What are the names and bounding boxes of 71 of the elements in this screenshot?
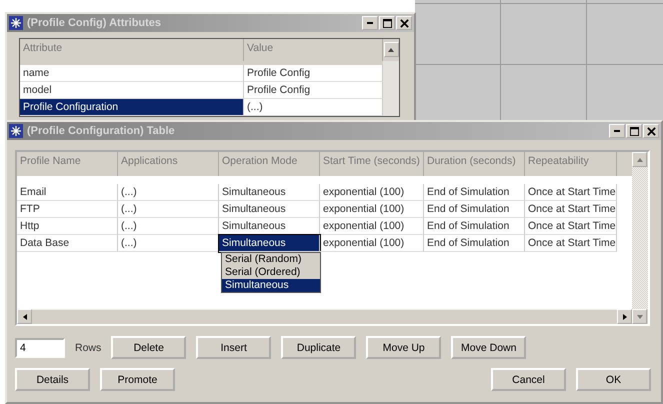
dialog-button[interactable]: Details [15, 368, 90, 391]
rows-label: Rows [75, 342, 102, 354]
minimize-icon [367, 22, 373, 24]
column-header: Profile Name [17, 152, 118, 176]
table-cell: End of Simulation [424, 218, 525, 235]
table-cell: (...) [118, 201, 219, 218]
column-header: Applications [118, 152, 219, 176]
right-arrow-icon [622, 314, 626, 320]
column-header: Start Time (seconds) [320, 152, 424, 176]
dropdown-option[interactable]: Simultaneous [222, 279, 320, 292]
table-cell: End of Simulation [424, 235, 525, 252]
row-action-button[interactable]: Delete [111, 336, 186, 359]
row-action-button[interactable]: Move Up [366, 336, 442, 359]
up-arrow-icon [636, 158, 642, 162]
table-cell: Simultaneous [219, 184, 320, 201]
table-cell: End of Simulation [424, 184, 525, 201]
table-cell: Once at Start Time [525, 201, 617, 218]
row-action-button[interactable]: Insert [196, 336, 272, 359]
table-cell: Once at Start Time [525, 235, 617, 252]
value-cell: (...) [244, 99, 383, 116]
column-header: Attribute [20, 39, 244, 61]
column-header: Repeatability [525, 152, 617, 176]
minimize-button[interactable] [362, 16, 378, 30]
scroll-left-button[interactable] [17, 309, 32, 324]
table-cell: Once at Start Time [525, 184, 617, 201]
left-arrow-icon [22, 314, 26, 320]
maximize-button[interactable] [626, 124, 642, 138]
row-action-button[interactable]: Duplicate [281, 336, 356, 359]
maximize-button[interactable] [379, 16, 395, 30]
table-cell: Http [17, 218, 118, 235]
star-icon [9, 124, 23, 138]
window-title: (Profile Configuration) Table [27, 125, 175, 137]
table-cell: FTP [17, 201, 118, 218]
table-cell: Email [17, 184, 118, 201]
table-cell: End of Simulation [424, 201, 525, 218]
close-icon [646, 126, 656, 136]
dialog-button[interactable]: OK [576, 368, 651, 391]
table-cell: Simultaneous [219, 201, 320, 218]
table-cell: exponential (100) [320, 218, 424, 235]
attribute-cell[interactable]: Profile Configuration [20, 99, 244, 116]
window-title: (Profile Config) Attributes [27, 17, 162, 29]
table-cell: exponential (100) [320, 184, 424, 201]
scroll-up-button[interactable] [632, 152, 647, 167]
dialog-button[interactable]: Cancel [491, 368, 566, 391]
table-cell: (...) [118, 184, 219, 201]
attribute-cell[interactable]: name [20, 65, 244, 82]
table-cell: exponential (100) [320, 235, 424, 252]
close-icon [400, 18, 408, 28]
dropdown-option[interactable]: Serial (Random) [222, 253, 320, 266]
scroll-right-button[interactable] [617, 309, 632, 324]
rows-field[interactable]: 4 [15, 338, 65, 358]
up-arrow-icon [388, 48, 394, 52]
table-cell: Data Base [17, 235, 118, 252]
close-button[interactable] [396, 16, 412, 30]
table-cell: (...) [118, 218, 219, 235]
star-icon [9, 16, 23, 30]
row-action-button[interactable]: Move Down [451, 336, 526, 359]
scroll-up-button[interactable] [384, 42, 398, 57]
column-header: Operation Mode [219, 152, 320, 176]
column-header: Duration (seconds) [424, 152, 525, 176]
table-cell: exponential (100) [320, 201, 424, 218]
scroll-down-button[interactable] [632, 309, 647, 324]
minimize-icon [614, 130, 620, 132]
maximize-icon [382, 18, 392, 28]
dropdown-option[interactable]: Serial (Ordered) [222, 266, 320, 279]
close-button[interactable] [643, 124, 659, 138]
dialog-button[interactable]: Promote [100, 368, 175, 391]
minimize-button[interactable] [609, 124, 625, 138]
maximize-icon [630, 126, 638, 136]
table-cell: Once at Start Time [525, 218, 617, 235]
down-arrow-icon [636, 314, 642, 318]
